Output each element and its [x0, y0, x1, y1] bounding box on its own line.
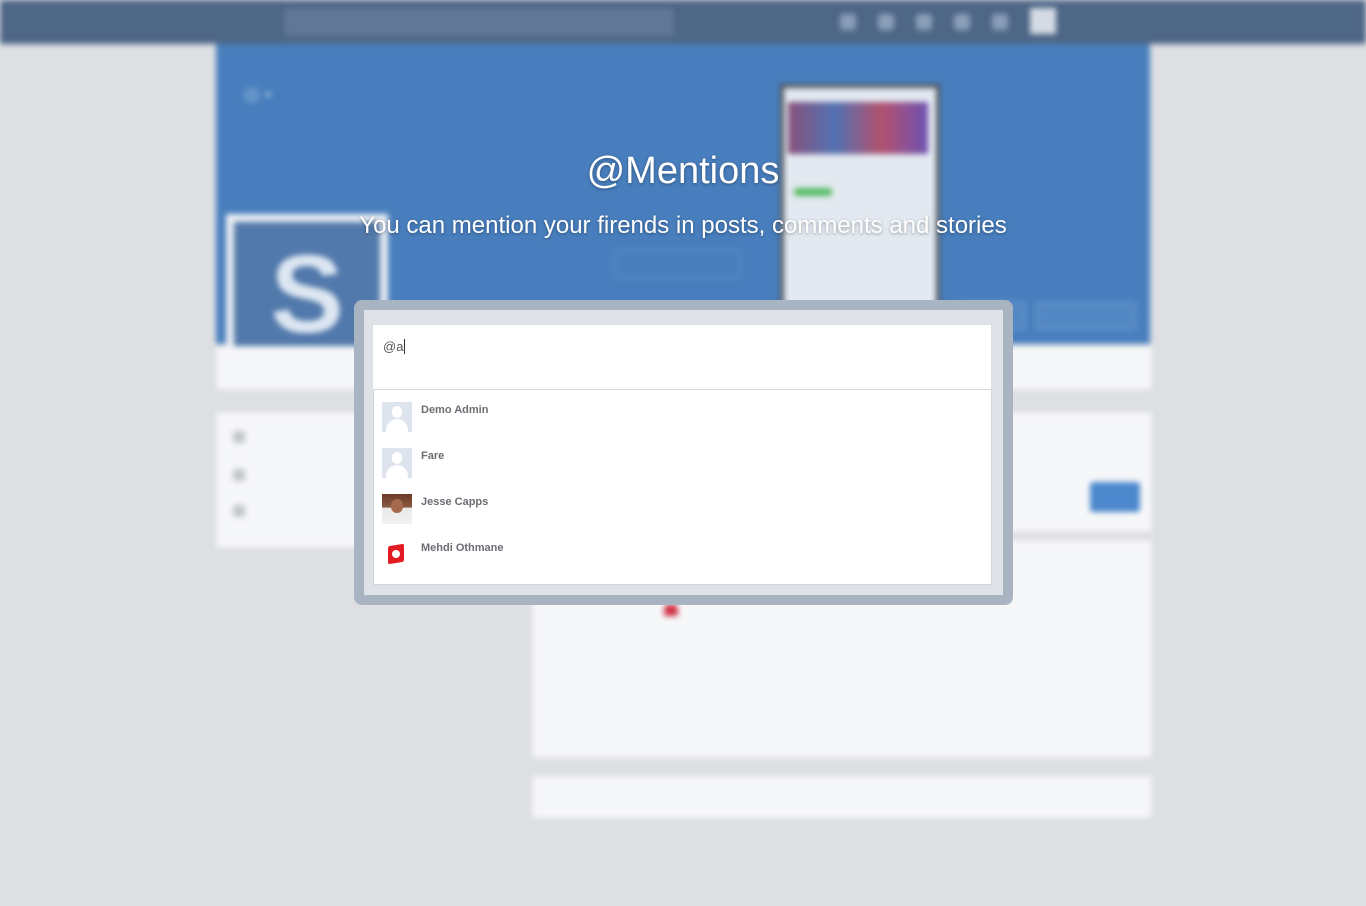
suggestion-name: Jesse Capps — [421, 496, 489, 508]
post-composer-input[interactable]: @a — [372, 324, 992, 390]
composer-text: @a — [383, 339, 406, 354]
suggestion-item[interactable]: Demo Admin — [374, 390, 991, 436]
tunisia-flag-icon — [382, 540, 412, 570]
text-caret — [404, 339, 406, 354]
highlight-frame: @a Demo Admin Fare Jesse Capps Mehdi Oth… — [354, 300, 1013, 605]
mention-suggestions: Demo Admin Fare Jesse Capps Mehdi Othman… — [373, 389, 992, 585]
default-avatar-icon — [382, 448, 412, 478]
suggestion-name: Fare — [421, 450, 445, 462]
suggestion-name: Mehdi Othmane — [421, 542, 504, 554]
tour-heading: @Mentions — [586, 150, 780, 192]
suggestion-item[interactable]: Fare — [374, 436, 991, 482]
user-photo-avatar — [382, 494, 412, 524]
default-avatar-icon — [382, 402, 412, 432]
suggestion-item[interactable]: Mehdi Othmane — [374, 528, 991, 574]
suggestion-item[interactable]: Jesse Capps — [374, 482, 991, 528]
tour-subheading: You can mention your firends in posts, c… — [359, 212, 1007, 239]
suggestion-name: Demo Admin — [421, 404, 489, 416]
mention-demo-panel: @a Demo Admin Fare Jesse Capps Mehdi Oth… — [364, 310, 1003, 595]
